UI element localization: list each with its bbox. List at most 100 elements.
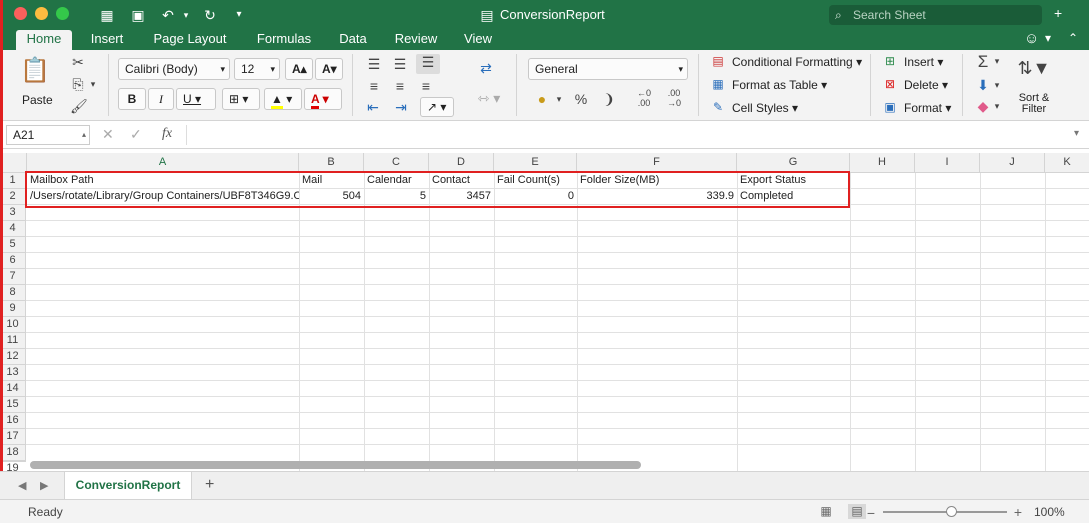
- copy-icon[interactable]: ⎘: [70, 76, 86, 93]
- font-color-button[interactable]: A ▾: [304, 88, 342, 110]
- increase-decimal-icon[interactable]: ←0.00: [632, 88, 656, 108]
- normal-view-icon[interactable]: ▦: [817, 504, 835, 519]
- zoom-slider[interactable]: [883, 511, 1007, 513]
- insert-function-button[interactable]: fx: [162, 126, 172, 142]
- bold-button[interactable]: B: [118, 88, 146, 110]
- format-cells-button[interactable]: Format ▾: [904, 101, 951, 115]
- row-header[interactable]: 11: [0, 333, 26, 349]
- row-header[interactable]: 1: [0, 173, 26, 189]
- sort-filter-icon[interactable]: ⇅▼: [1014, 58, 1054, 79]
- align-middle-icon[interactable]: ☰: [390, 56, 410, 73]
- format-as-table-button[interactable]: Format as Table ▾: [732, 78, 827, 92]
- minimize-window-button[interactable]: [35, 7, 48, 20]
- column-header[interactable]: I: [915, 153, 980, 173]
- row-header[interactable]: 6: [0, 253, 26, 269]
- tab-insert[interactable]: Insert: [82, 30, 132, 50]
- align-center-icon[interactable]: ≡: [390, 78, 410, 94]
- autosum-icon[interactable]: Σ: [974, 52, 992, 72]
- row-header[interactable]: 18: [0, 445, 26, 461]
- close-window-button[interactable]: [14, 7, 27, 20]
- row-header[interactable]: 16: [0, 413, 26, 429]
- font-name-select[interactable]: Calibri (Body) ▾: [118, 58, 230, 80]
- column-header[interactable]: C: [364, 153, 429, 173]
- zoom-out-icon[interactable]: −: [862, 505, 880, 521]
- align-right-icon[interactable]: ≡: [416, 78, 436, 94]
- borders-button[interactable]: ⊞ ▾: [222, 88, 260, 110]
- row-header[interactable]: 17: [0, 429, 26, 445]
- clear-dropdown-icon[interactable]: ▾: [992, 101, 1002, 112]
- column-header[interactable]: D: [429, 153, 494, 173]
- paste-button[interactable]: Paste: [22, 93, 53, 107]
- column-header[interactable]: A: [27, 153, 299, 173]
- zoom-slider-handle[interactable]: [946, 506, 957, 517]
- autosum-dropdown-icon[interactable]: ▾: [992, 56, 1002, 67]
- share-icon[interactable]: +: [1054, 5, 1062, 21]
- feedback-smiley-icon[interactable]: ☺: [1024, 30, 1039, 47]
- row-header[interactable]: 8: [0, 285, 26, 301]
- zoom-in-icon[interactable]: +: [1009, 504, 1027, 520]
- paste-icon[interactable]: 📋: [20, 56, 50, 85]
- percent-style-icon[interactable]: %: [570, 91, 592, 107]
- fill-dropdown-icon[interactable]: ▾: [992, 80, 1002, 91]
- undo-icon[interactable]: ↶: [158, 5, 178, 25]
- row-header[interactable]: 2: [0, 189, 26, 205]
- delete-cells-button[interactable]: Delete ▾: [904, 78, 948, 92]
- column-header[interactable]: K: [1045, 153, 1089, 173]
- font-size-select[interactable]: 12 ▾: [234, 58, 280, 80]
- next-sheet-icon[interactable]: ▶: [40, 479, 48, 492]
- orientation-button[interactable]: ↗ ▾: [420, 97, 454, 117]
- align-bottom-icon[interactable]: ☰: [416, 54, 440, 74]
- clear-icon[interactable]: ◆: [974, 98, 992, 115]
- decrease-decimal-icon[interactable]: .00 →0: [662, 88, 686, 108]
- comma-style-icon[interactable]: ❩: [600, 91, 618, 108]
- redo-icon[interactable]: ↻: [200, 5, 220, 25]
- tab-data[interactable]: Data: [334, 30, 372, 50]
- tab-formulas[interactable]: Formulas: [248, 30, 320, 50]
- tab-home[interactable]: Home: [16, 30, 72, 50]
- insert-cells-button[interactable]: Insert ▾: [904, 55, 943, 69]
- fill-icon[interactable]: ⬇: [974, 77, 992, 94]
- column-header[interactable]: H: [850, 153, 915, 173]
- sort-filter-button[interactable]: Sort & Filter: [1018, 93, 1050, 115]
- row-header[interactable]: 5: [0, 237, 26, 253]
- number-format-select[interactable]: General ▾: [528, 58, 688, 80]
- column-header[interactable]: J: [980, 153, 1045, 173]
- accounting-format-icon[interactable]: ●: [530, 91, 554, 107]
- format-painter-icon[interactable]: 🖌: [70, 98, 88, 115]
- row-header[interactable]: 19: [0, 461, 26, 474]
- chevron-down-icon[interactable]: ▾: [1045, 31, 1051, 45]
- row-header[interactable]: 3: [0, 205, 26, 221]
- row-header[interactable]: 7: [0, 269, 26, 285]
- italic-button[interactable]: I: [148, 88, 174, 110]
- copy-dropdown-icon[interactable]: ▾: [88, 79, 98, 90]
- expand-formula-bar-icon[interactable]: ▾: [1074, 128, 1079, 139]
- add-sheet-button[interactable]: +: [205, 476, 214, 494]
- row-header[interactable]: 9: [0, 301, 26, 317]
- column-header[interactable]: F: [577, 153, 737, 173]
- cancel-icon[interactable]: ✕: [102, 126, 114, 143]
- tab-view[interactable]: View: [458, 30, 498, 50]
- save-icon[interactable]: ▣: [128, 5, 148, 25]
- tab-review[interactable]: Review: [388, 30, 444, 50]
- column-header[interactable]: E: [494, 153, 577, 173]
- conditional-formatting-button[interactable]: Conditional Formatting ▾: [732, 55, 862, 69]
- increase-indent-icon[interactable]: ⇥: [390, 99, 412, 116]
- row-header[interactable]: 15: [0, 397, 26, 413]
- select-all-button[interactable]: [0, 153, 27, 173]
- row-header[interactable]: 13: [0, 365, 26, 381]
- decrease-font-size-button[interactable]: A▾: [315, 58, 343, 80]
- cut-icon[interactable]: ✂: [70, 54, 86, 71]
- align-top-icon[interactable]: ☰: [364, 56, 384, 73]
- column-header[interactable]: B: [299, 153, 364, 173]
- row-header[interactable]: 10: [0, 317, 26, 333]
- customize-toolbar-icon[interactable]: ▾: [229, 5, 249, 25]
- row-header[interactable]: 4: [0, 221, 26, 237]
- row-header[interactable]: 12: [0, 349, 26, 365]
- previous-sheet-icon[interactable]: ◀: [18, 479, 26, 492]
- search-input[interactable]: ⌕ Search Sheet: [829, 5, 1042, 25]
- merge-center-icon[interactable]: ⇿ ▾: [475, 90, 503, 107]
- tab-page-layout[interactable]: Page Layout: [146, 30, 234, 50]
- accounting-dropdown-icon[interactable]: ▾: [554, 94, 564, 105]
- row-header[interactable]: 14: [0, 381, 26, 397]
- cell-styles-button[interactable]: Cell Styles ▾: [732, 101, 798, 115]
